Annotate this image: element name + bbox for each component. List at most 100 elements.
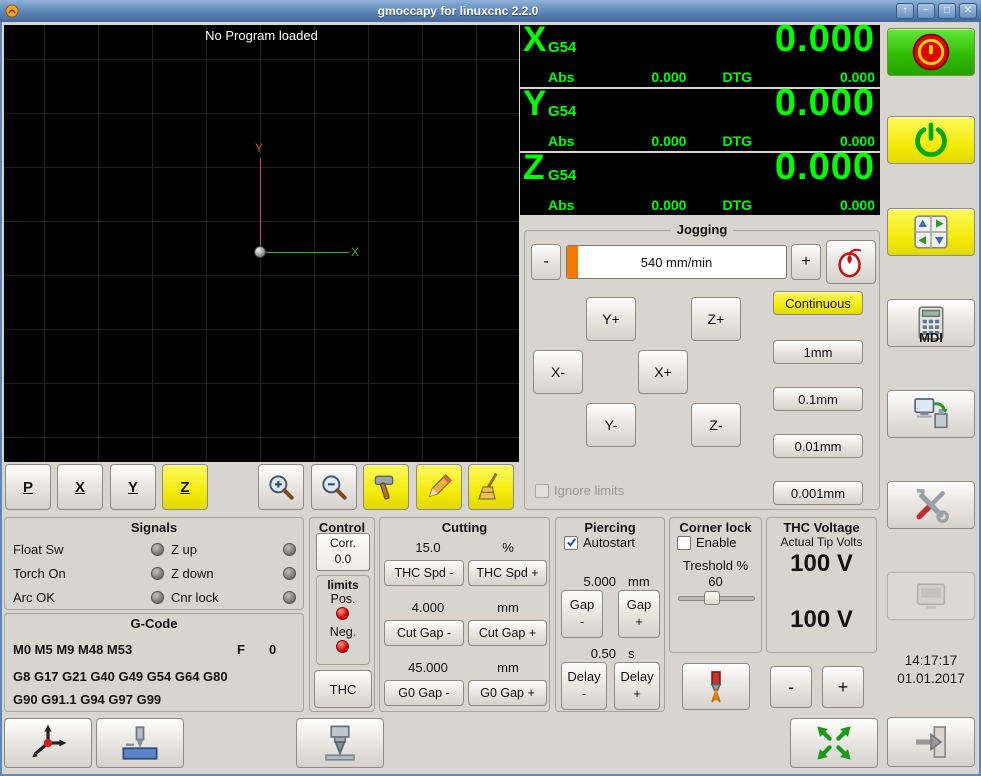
feed-code-value: 0 [269, 642, 277, 657]
threshold-slider-handle[interactable] [704, 591, 720, 605]
piercing-title: Piercing [584, 520, 636, 535]
dro-row-z[interactable]: Z G54 0.000 Abs 0.000 DTG 0.000 [520, 146, 880, 215]
threshold-value: 60 [708, 574, 723, 589]
dro-dtg-value: 0.000 [839, 197, 875, 213]
mouse-jog-button[interactable] [826, 240, 876, 284]
dro-row-y[interactable]: Y G54 0.000 Abs 0.000 DTG 0.000 [520, 82, 880, 151]
shade-window-button[interactable]: ↑ [896, 3, 914, 19]
g0-gap-value: 45.000 [408, 660, 448, 675]
jog-y-minus-button[interactable]: Y- [586, 403, 636, 447]
jog-z-minus-button[interactable]: Z- [691, 403, 741, 447]
z-up-label: Z up [171, 542, 198, 557]
fullscreen-button[interactable] [790, 718, 878, 768]
clear-plot-button[interactable] [468, 464, 514, 510]
y-axis-line [260, 158, 261, 252]
auto-mode-button[interactable] [887, 390, 975, 438]
gcode-title: G-Code [130, 616, 178, 631]
thc-speed-decrease-button[interactable]: THC Spd - [384, 560, 464, 586]
view-z-button[interactable]: Z [162, 464, 208, 510]
thc-voltage-panel: THC Voltage Actual Tip Volts 100 V 100 V [766, 517, 877, 653]
settings-button[interactable] [887, 481, 975, 529]
jog-x-minus-button[interactable]: X- [533, 350, 583, 394]
y-axis-label: Y [255, 141, 264, 155]
mdi-mode-button[interactable]: MDI [887, 299, 975, 347]
corner-lock-panel: Corner lock Enable Treshold % 60 [669, 517, 762, 653]
jog-speed-decrease-button[interactable]: - [531, 244, 561, 280]
ignore-limits-checkbox[interactable]: Ignore limits [535, 483, 624, 498]
power-button[interactable] [887, 116, 975, 164]
jog-increment-1mm-button[interactable]: 1mm [773, 340, 863, 364]
maximize-button[interactable]: □ [938, 3, 956, 19]
touch-off-button[interactable] [4, 718, 92, 768]
pierce-delay-decrease-button[interactable]: Delay - [561, 662, 607, 710]
pierce-delay-unit: s [628, 646, 635, 661]
jog-increment-0001mm-button[interactable]: 0.001mm [773, 481, 863, 505]
signals-panel: Signals Float Sw Z up Torch On Z down Ar… [4, 517, 304, 610]
broom-icon [475, 471, 507, 503]
view-y-button[interactable]: Y [110, 464, 156, 510]
gremlin-preview-area[interactable]: No Program loaded Y X [4, 25, 519, 462]
thc-button[interactable]: THC [314, 670, 372, 708]
tool-change-button[interactable] [296, 718, 384, 768]
pierce-delay-increase-button[interactable]: Delay + [614, 662, 660, 710]
gmoccapy-window: gmoccapy for linuxcnc 2.2.0 ↑ − □ ✕ No P… [0, 0, 981, 776]
thc-speed-increase-button[interactable]: THC Spd + [468, 560, 547, 586]
pierce-gap-unit: mm [628, 574, 650, 589]
dro-abs-label: Abs [548, 69, 575, 85]
jog-continuous-button[interactable]: Continuous [773, 291, 863, 315]
z-down-led [283, 567, 296, 580]
actual-tip-volts-label: Actual Tip Volts [780, 535, 863, 549]
manual-mode-button[interactable] [887, 208, 975, 256]
thc-speed-value: 15.0 [415, 540, 441, 555]
mdi-button-label: MDI [919, 330, 943, 345]
close-button[interactable]: ✕ [959, 3, 977, 19]
g0-gap-increase-button[interactable]: G0 Gap + [468, 680, 547, 706]
pierce-gap-increase-button[interactable]: Gap + [618, 590, 660, 638]
target-volts-value: 100 V [790, 606, 853, 633]
tool-dimensions-button[interactable] [363, 464, 409, 510]
jog-increment-001mm-button[interactable]: 0.01mm [773, 434, 863, 458]
float-switch-label: Float Sw [13, 542, 64, 557]
pierce-gap-decrease-button[interactable]: Gap - [561, 590, 603, 638]
expand-arrows-icon [812, 722, 856, 764]
clock-date: 01.01.2017 [897, 670, 965, 686]
g0-gap-decrease-button[interactable]: G0 Gap - [384, 680, 464, 706]
jog-x-plus-button[interactable]: X+ [638, 350, 688, 394]
jog-increment-01mm-button[interactable]: 0.1mm [773, 387, 863, 411]
torch-button[interactable] [682, 663, 750, 710]
minimize-button[interactable]: − [917, 3, 935, 19]
dro-row-x[interactable]: X G54 0.000 Abs 0.000 DTG 0.000 [520, 18, 880, 87]
estop-button[interactable] [887, 28, 975, 76]
cut-gap-decrease-button[interactable]: Cut Gap - [384, 620, 464, 646]
window-title: gmoccapy for linuxcnc 2.2.0 [377, 4, 539, 18]
block-height-button[interactable] [96, 718, 184, 768]
arc-ok-led [151, 591, 164, 604]
view-z-label: Z [180, 478, 190, 496]
threshold-slider[interactable] [678, 590, 755, 606]
x-axis-label: X [351, 245, 360, 259]
exit-button[interactable] [887, 717, 975, 767]
zoom-in-button[interactable] [258, 464, 304, 510]
control-panel: Control Corr. 0.0 limits Pos. Neg. THC [309, 517, 375, 712]
corner-lock-enable-checkbox[interactable]: Enable [677, 535, 736, 550]
jog-z-plus-button[interactable]: Z+ [691, 297, 741, 341]
view-x-button[interactable]: X [57, 464, 103, 510]
jogging-title: Jogging [525, 222, 879, 237]
volts-decrease-button[interactable]: - [770, 666, 812, 708]
zoom-out-button[interactable] [311, 464, 357, 510]
edit-program-button[interactable] [416, 464, 462, 510]
autostart-checkbox[interactable]: Autostart [564, 535, 635, 550]
torch-on-label: Torch On [13, 566, 66, 581]
emergency-stop-icon [911, 32, 951, 72]
volts-increase-button[interactable]: + [822, 666, 864, 708]
jog-y-plus-button[interactable]: Y+ [586, 297, 636, 341]
dro-dtg-label: DTG [722, 69, 753, 85]
cut-gap-increase-button[interactable]: Cut Gap + [468, 620, 547, 646]
dro-position-value: 0.000 [774, 18, 875, 60]
jog-speed-bar[interactable]: 540 mm/min [566, 245, 787, 279]
threshold-label: Treshold % [682, 558, 749, 573]
thc-voltage-title: THC Voltage [783, 520, 860, 535]
jog-speed-increase-button[interactable]: + [791, 244, 821, 280]
corner-lock-led [283, 591, 296, 604]
view-front-button[interactable]: P [5, 464, 51, 510]
